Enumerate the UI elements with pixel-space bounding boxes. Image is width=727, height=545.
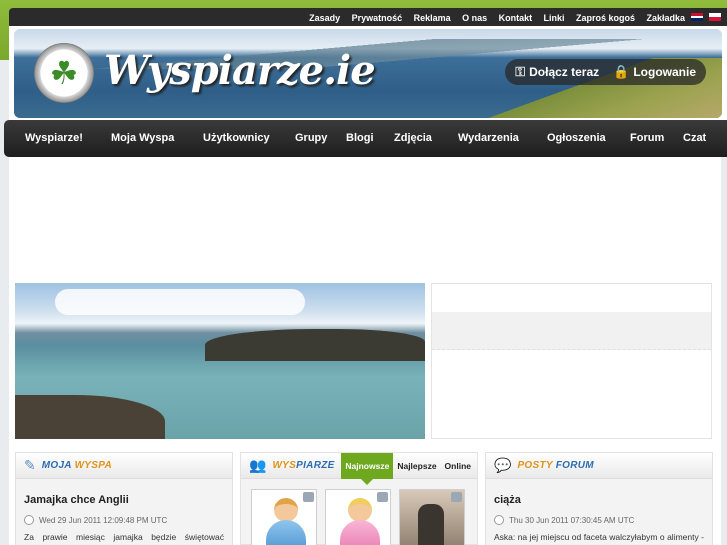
avatar[interactable]	[325, 489, 391, 545]
avatar-head	[274, 498, 298, 522]
post-excerpt: Za prawie miesiąc jamajka będzie świętow…	[24, 532, 224, 542]
post-title[interactable]: ciąża	[494, 494, 704, 506]
auth-box: ⚿ Dołącz teraz 🔒 Logowanie	[505, 59, 706, 85]
header: ☘ Wyspiarze.ie ⚿ Dołącz teraz 🔒 Logowani…	[9, 26, 727, 120]
zoom-icon[interactable]	[377, 492, 388, 502]
panel-title: WYSPIARZE	[272, 460, 335, 471]
page: Zasady Prywatność Reklama O nas Kontakt …	[0, 0, 727, 545]
link-zapros-kogos[interactable]: Zaproś kogoś	[576, 13, 635, 23]
zoom-icon[interactable]	[451, 492, 462, 502]
link-kontakt[interactable]: Kontakt	[499, 13, 533, 23]
panel-title: POSTY FORUM	[517, 460, 594, 471]
nav-uzytkownicy[interactable]: Użytkownicy	[203, 132, 270, 144]
panel-moja-wyspa: ✎ MOJA WYSPA Jamajka chce Anglii Wed 29 …	[15, 452, 233, 545]
panel-body: ciąża Thu 30 Jun 2011 07:30:45 AM UTC As…	[486, 479, 712, 545]
avatar-photo	[418, 504, 444, 545]
users-icon: 👥	[249, 457, 267, 473]
panel-header: ✎ MOJA WYSPA	[16, 453, 232, 479]
link-linki[interactable]: Linki	[544, 13, 565, 23]
featured-photo[interactable]	[15, 283, 425, 439]
post-title[interactable]: Jamajka chce Anglii	[24, 494, 224, 506]
lock-icon: 🔒	[613, 64, 630, 79]
clock-icon	[24, 515, 34, 525]
tab-online[interactable]: Online	[441, 453, 475, 479]
avatar[interactable]	[399, 489, 465, 545]
nav-forum[interactable]: Forum	[630, 132, 664, 144]
nav-zdjecia[interactable]: Zdjęcia	[394, 132, 432, 144]
site-logo-text[interactable]: Wyspiarze.ie	[104, 47, 376, 94]
nav-czat[interactable]: Czat	[683, 132, 706, 144]
login-button[interactable]: 🔒 Logowanie	[613, 64, 696, 80]
avatar-body	[266, 520, 306, 545]
clock-icon	[494, 515, 504, 525]
key-icon: ⚿	[515, 64, 526, 79]
header-banner: ☘ Wyspiarze.ie ⚿ Dołącz teraz 🔒 Logowani…	[14, 29, 722, 118]
link-reklama[interactable]: Reklama	[414, 13, 451, 23]
notepad-icon: ✎	[24, 457, 36, 473]
link-zasady[interactable]: Zasady	[309, 13, 340, 23]
link-o-nas[interactable]: O nas	[462, 13, 487, 23]
tab-najlepsze[interactable]: Najlepsze	[393, 453, 440, 479]
nav-moja-wyspa[interactable]: Moja Wyspa	[111, 132, 174, 144]
top-links-bar: Zasady Prywatność Reklama O nas Kontakt …	[9, 8, 727, 26]
panel-posty-forum: 💬 POSTY FORUM ciąża Thu 30 Jun 2011 07:3…	[485, 452, 713, 545]
chat-icon: 💬	[494, 457, 512, 473]
post-date: Thu 30 Jun 2011 07:30:45 AM UTC	[494, 515, 704, 525]
link-zakladka[interactable]: Zakładka	[646, 13, 685, 23]
nav-grupy[interactable]: Grupy	[295, 132, 327, 144]
cloud-decoration	[55, 289, 305, 315]
tab-najnowsze[interactable]: Najnowsze	[341, 453, 394, 485]
english-flag-icon[interactable]	[691, 13, 703, 21]
panel-header: 👥 WYSPIARZE Najnowsze Najlepsze Online	[241, 453, 477, 485]
nav-wyspiarze[interactable]: Wyspiarze!	[25, 132, 83, 144]
rocks-decoration	[15, 395, 165, 439]
side-box	[431, 283, 712, 439]
member-tabs: Najnowsze Najlepsze Online	[341, 453, 475, 485]
login-label: Logowanie	[633, 65, 696, 79]
nav-wydarzenia[interactable]: Wydarzenia	[458, 132, 519, 144]
zoom-icon[interactable]	[303, 492, 314, 502]
polish-flag-icon[interactable]	[709, 13, 721, 21]
post-excerpt: Aska: na jej miejscu od faceta walczyłab…	[494, 532, 704, 542]
main-nav: Wyspiarze! Moja Wyspa Użytkownicy Grupy …	[4, 120, 727, 157]
join-label: Dołącz teraz	[529, 65, 600, 79]
join-button[interactable]: ⚿ Dołącz teraz	[515, 64, 599, 80]
side-box-strip	[432, 312, 711, 350]
nav-blogi[interactable]: Blogi	[346, 132, 374, 144]
panel-body: Jamajka chce Anglii Wed 29 Jun 2011 12:0…	[16, 479, 232, 545]
island-decoration	[205, 329, 425, 361]
clover-logo-icon[interactable]: ☘	[34, 43, 94, 103]
panel-wyspiarze: 👥 WYSPIARZE Najnowsze Najlepsze Online	[240, 452, 478, 545]
link-prywatnosc[interactable]: Prywatność	[352, 13, 403, 23]
panel-header: 💬 POSTY FORUM	[486, 453, 712, 479]
member-avatars	[251, 489, 465, 545]
avatar-head	[348, 498, 372, 522]
post-date: Wed 29 Jun 2011 12:09:48 PM UTC	[24, 515, 224, 525]
avatar[interactable]	[251, 489, 317, 545]
panel-title: MOJA WYSPA	[41, 460, 112, 471]
top-links: Zasady Prywatność Reklama O nas Kontakt …	[302, 8, 685, 26]
nav-ogloszenia[interactable]: Ogłoszenia	[547, 132, 606, 144]
avatar-body	[340, 520, 380, 545]
main-content: ✎ MOJA WYSPA Jamajka chce Anglii Wed 29 …	[9, 157, 721, 545]
